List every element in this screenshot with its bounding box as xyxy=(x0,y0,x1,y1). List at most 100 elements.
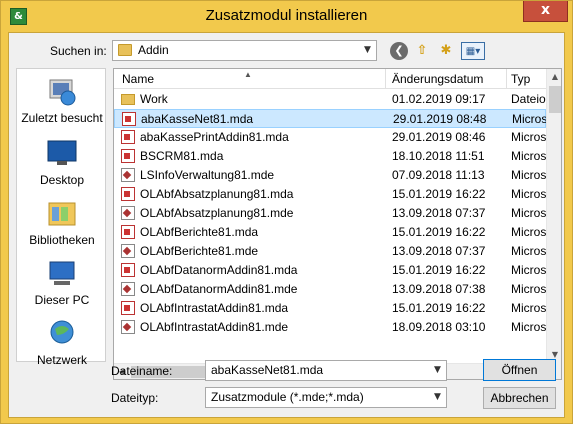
vertical-scrollbar[interactable]: ▲ ▼ xyxy=(546,69,561,363)
file-name: LSInfoVerwaltung81.mde xyxy=(140,168,275,182)
mda-file-icon xyxy=(122,112,136,126)
file-name: abaKassePrintAddin81.mda xyxy=(140,130,289,144)
file-date: 13.09.2018 07:37 xyxy=(392,206,486,220)
place-label: Zuletzt besucht xyxy=(21,111,103,125)
chevron-down-icon[interactable]: ▼ xyxy=(359,41,376,60)
folder-icon xyxy=(121,94,135,105)
column-name[interactable]: Name xyxy=(122,72,154,86)
file-date: 13.09.2018 07:37 xyxy=(392,244,486,258)
file-name: abaKasseNet81.mda xyxy=(141,112,254,126)
file-row[interactable]: OLAbfAbsatzplanung81.mde 13.09.2018 07:37… xyxy=(114,204,546,223)
file-date: 15.01.2019 16:22 xyxy=(392,187,486,201)
file-row[interactable]: Work 01.02.2019 09:17 Dateio xyxy=(114,90,546,109)
file-type: Micros xyxy=(511,225,547,239)
file-row[interactable]: BSCRM81.mda 18.10.2018 11:51 Micros xyxy=(114,147,546,166)
desktop-icon xyxy=(47,140,77,165)
mda-file-icon xyxy=(121,263,135,277)
file-date: 18.10.2018 11:51 xyxy=(392,149,485,163)
place-computer[interactable]: Dieser PC xyxy=(17,259,107,307)
window-title: Zusatzmodul installieren xyxy=(205,7,368,24)
file-name: OLAbfAbsatzplanung81.mda xyxy=(140,187,294,201)
column-type[interactable]: Typ xyxy=(511,72,530,86)
lookin-dropdown[interactable]: Addin ▼ xyxy=(112,40,377,61)
open-button[interactable]: Öffnen xyxy=(483,359,556,381)
mda-file-icon xyxy=(121,149,135,163)
recent-places-icon xyxy=(49,79,76,106)
mda-file-icon xyxy=(121,301,135,315)
file-date: 15.01.2019 16:22 xyxy=(392,225,486,239)
place-libraries[interactable]: Bibliotheken xyxy=(17,199,107,247)
file-list[interactable]: Name ▲ Änderungsdatum Typ Work 01.02.2019… xyxy=(113,68,562,380)
file-type: Micros xyxy=(511,187,547,201)
place-label: Bibliotheken xyxy=(29,233,95,247)
file-name: OLAbfDatanormAddin81.mda xyxy=(140,263,298,277)
file-name: Work xyxy=(140,92,168,106)
filename-value[interactable]: abaKasseNet81.mda xyxy=(211,363,323,377)
file-row[interactable]: OLAbfDatanormAddin81.mda 15.01.2019 16:22… xyxy=(114,261,546,280)
mda-file-icon xyxy=(121,130,135,144)
lookin-value: Addin xyxy=(138,43,169,57)
place-recent[interactable]: Zuletzt besucht xyxy=(17,77,107,125)
file-name: OLAbfIntrastatAddin81.mde xyxy=(140,320,289,334)
column-header: Name ▲ Änderungsdatum Typ xyxy=(114,69,546,89)
dialog-body: Suchen in: Addin ▼ ❮ ⇧ ✱ ▦▾ Zuletzt besu… xyxy=(8,32,565,418)
chevron-down-icon[interactable]: ▼ xyxy=(429,388,446,407)
libraries-icon xyxy=(48,202,76,226)
mde-file-icon xyxy=(121,168,135,182)
file-row[interactable]: abaKassePrintAddin81.mda 29.01.2019 08:46… xyxy=(114,128,546,147)
file-date: 07.09.2018 11:13 xyxy=(392,168,485,182)
file-date: 18.09.2018 03:10 xyxy=(392,320,486,334)
sort-ascending-icon: ▲ xyxy=(244,70,252,79)
cancel-button[interactable]: Abbrechen xyxy=(483,387,556,409)
title-bar[interactable]: & Zusatzmodul installieren x xyxy=(1,1,572,32)
file-row[interactable]: OLAbfIntrastatAddin81.mda 15.01.2019 16:2… xyxy=(114,299,546,318)
filetype-dropdown[interactable]: Zusatzmodule (*.mde;*.mda) ▼ xyxy=(205,387,447,408)
file-type: Micros xyxy=(511,320,547,334)
file-row[interactable]: OLAbfDatanormAddin81.mde 13.09.2018 07:38… xyxy=(114,280,546,299)
file-row[interactable]: abaKasseNet81.mda 29.01.2019 08:48 Micros xyxy=(114,109,548,128)
mda-file-icon xyxy=(121,187,135,201)
folder-icon xyxy=(118,44,132,56)
file-type: Micros xyxy=(511,130,547,144)
place-label: Dieser PC xyxy=(34,293,90,307)
file-type: Micros xyxy=(512,112,548,126)
close-button[interactable]: x xyxy=(523,1,568,22)
scroll-thumb[interactable] xyxy=(549,86,561,113)
file-name: OLAbfDatanormAddin81.mde xyxy=(140,282,298,296)
file-name: OLAbfAbsatzplanung81.mde xyxy=(140,206,294,220)
column-date[interactable]: Änderungsdatum xyxy=(392,72,483,86)
file-name: OLAbfBerichte81.mda xyxy=(140,225,259,239)
place-desktop[interactable]: Desktop xyxy=(17,139,107,187)
column-divider[interactable] xyxy=(506,69,507,89)
file-row[interactable]: OLAbfIntrastatAddin81.mde 18.09.2018 03:1… xyxy=(114,318,546,337)
up-folder-icon[interactable]: ⇧ xyxy=(413,42,431,60)
filename-field[interactable]: abaKasseNet81.mda ▼ xyxy=(205,360,447,381)
file-row[interactable]: LSInfoVerwaltung81.mde 07.09.2018 11:13 Mi… xyxy=(114,166,546,185)
file-date: 29.01.2019 08:48 xyxy=(393,112,487,126)
mde-file-icon xyxy=(121,244,135,258)
file-row[interactable]: OLAbfAbsatzplanung81.mda 15.01.2019 16:22… xyxy=(114,185,546,204)
place-network[interactable]: Netzwerk xyxy=(17,319,107,367)
file-type: Dateio xyxy=(511,92,546,106)
file-type: Micros xyxy=(511,301,547,315)
view-menu-icon[interactable]: ▦▾ xyxy=(461,42,485,60)
file-row[interactable]: OLAbfBerichte81.mda 15.01.2019 16:22 Micro… xyxy=(114,223,546,242)
file-type: Micros xyxy=(511,282,547,296)
lookin-label: Suchen in: xyxy=(50,44,107,58)
filetype-value: Zusatzmodule (*.mde;*.mda) xyxy=(211,390,364,404)
places-bar: Zuletzt besucht Desktop Bibliotheken Die… xyxy=(16,68,107,367)
mde-file-icon xyxy=(121,206,135,220)
file-row[interactable]: OLAbfBerichte81.mde 13.09.2018 07:37 Micro… xyxy=(114,242,546,261)
network-icon xyxy=(50,320,74,344)
file-type: Micros xyxy=(511,206,547,220)
new-folder-icon[interactable]: ✱ xyxy=(437,42,455,60)
filetype-label: Dateityp: xyxy=(111,391,159,405)
column-divider[interactable] xyxy=(385,69,386,89)
scroll-up-icon[interactable]: ▲ xyxy=(547,69,561,85)
file-type: Micros xyxy=(511,168,547,182)
file-name: BSCRM81.mda xyxy=(140,149,224,163)
filename-label: Dateiname: xyxy=(111,364,173,378)
chevron-down-icon[interactable]: ▼ xyxy=(429,361,446,380)
back-arrow-icon[interactable]: ❮ xyxy=(390,42,408,60)
mde-file-icon xyxy=(121,320,135,334)
